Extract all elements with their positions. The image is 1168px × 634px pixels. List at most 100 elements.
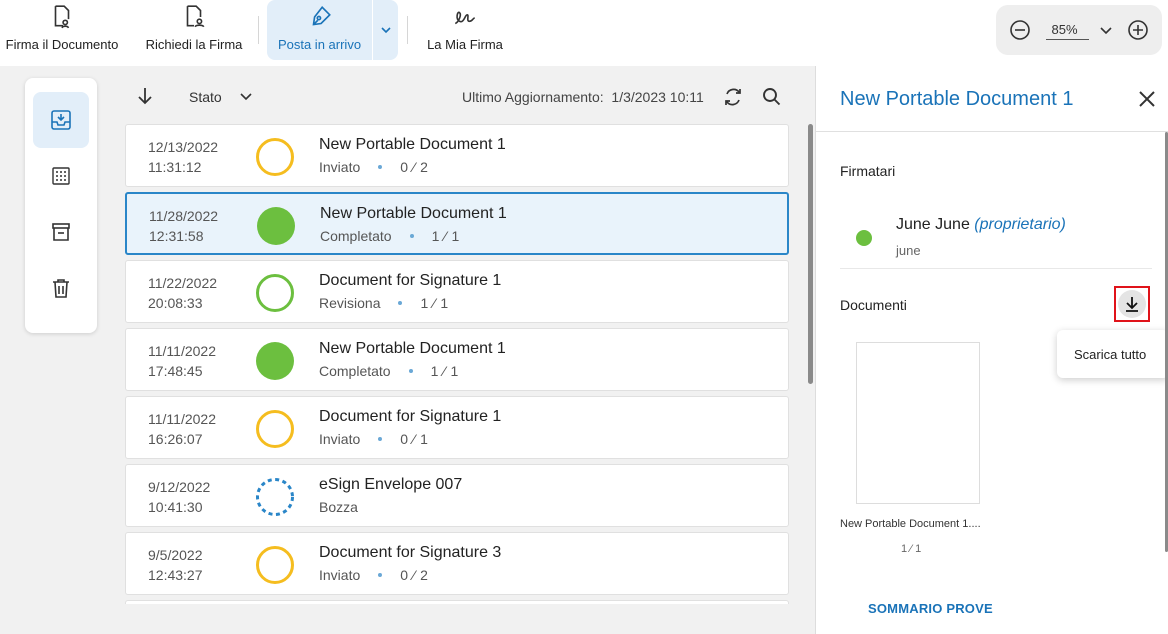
row-date-day: 11/11/2022: [148, 343, 216, 359]
nav-grid[interactable]: [33, 148, 89, 204]
inbox-dropdown-button[interactable]: [372, 0, 398, 60]
row-date: 12/13/2022 11:31:12: [148, 137, 218, 177]
signers-heading: Firmatari: [840, 163, 896, 179]
row-date-day: 11/11/2022: [148, 411, 216, 427]
row-date-time: 12:31:58: [149, 228, 204, 244]
toolbar-separator: [258, 16, 259, 44]
row-date: 9/12/2022 10:41:30: [148, 477, 210, 517]
download-all-item[interactable]: Scarica tutto: [1074, 347, 1146, 362]
last-updated-value: 1/3/2023 10:11: [611, 89, 704, 105]
download-button-inner: [1118, 290, 1146, 318]
zoom-out-icon: [1009, 20, 1030, 40]
signer-divider: [840, 268, 1152, 269]
separator-dot: [408, 369, 413, 373]
row-subtitle: Bozza: [319, 499, 358, 515]
nav-inbox[interactable]: [33, 92, 89, 148]
left-nav: [25, 78, 97, 333]
search-button[interactable]: [761, 86, 783, 111]
row-date: 11/28/2022 12:31:58: [149, 206, 218, 246]
close-panel-button[interactable]: [1136, 88, 1158, 115]
download-button[interactable]: [1114, 286, 1150, 322]
row-date: 11/22/2022 20:08:33: [148, 273, 217, 313]
row-date-time: 20:08:33: [148, 295, 203, 311]
sign-document-button[interactable]: Firma il Documento: [0, 0, 124, 60]
archive-icon: [52, 223, 70, 241]
zoom-in-button[interactable]: [1126, 18, 1150, 42]
row-status: Inviato: [319, 159, 361, 175]
pen-nib-icon: [312, 6, 331, 26]
separator-dot: [409, 234, 414, 238]
status-icon: [255, 477, 295, 517]
request-signature-label: Richiedi la Firma: [145, 37, 243, 52]
request-signature-button[interactable]: Richiedi la Firma: [140, 0, 248, 60]
chevron-down-icon: [240, 93, 252, 101]
row-title: Document for Signature 1: [319, 408, 502, 425]
zoom-value[interactable]: 85%: [1045, 20, 1089, 40]
document-name: New Portable Document 1....: [840, 518, 981, 530]
table-row[interactable]: 11/11/2022 17:48:45 New Portable Document …: [125, 328, 789, 391]
signer-name: June June (proprietario): [896, 216, 1066, 234]
table-row[interactable]: [125, 600, 789, 604]
row-title: New Portable Document 1: [319, 340, 506, 357]
row-date-day: 12/13/2022: [148, 139, 219, 155]
row-date-day: 9/12/2022: [148, 479, 211, 495]
search-icon: [763, 88, 781, 106]
row-date: 11/11/2022 16:26:07: [148, 409, 216, 449]
table-row[interactable]: 12/13/2022 11:31:12 New Portable Document …: [125, 124, 789, 187]
sign-document-label: Firma il Documento: [5, 37, 119, 52]
row-status: Completato: [320, 228, 392, 244]
table-row[interactable]: 9/5/2022 12:43:27 Document for Signature 3…: [125, 532, 789, 595]
status-filter-label[interactable]: Stato: [189, 89, 222, 105]
documents-heading: Documenti: [840, 297, 907, 313]
zoom-in-icon: [1128, 20, 1149, 40]
row-subtitle: Revisiona 1 ⁄ 1: [319, 295, 449, 311]
row-date-time: 12:43:27: [148, 567, 203, 583]
status-icon: [255, 273, 295, 313]
status-icon: [255, 409, 295, 449]
trash-icon: [53, 279, 69, 298]
table-row[interactable]: 11/28/2022 12:31:58 New Portable Document …: [125, 192, 789, 255]
row-date-day: 11/28/2022: [149, 208, 219, 224]
row-signature-count: 1 ⁄ 1: [430, 363, 459, 379]
toolbar: Firma il Documento Richiedi la Firma Pos…: [0, 0, 1168, 66]
row-date-time: 10:41:30: [148, 499, 203, 515]
table-row[interactable]: 11/22/2022 20:08:33 Document for Signature…: [125, 260, 789, 323]
row-subtitle: Inviato 0 ⁄ 2: [319, 567, 428, 583]
refresh-button[interactable]: [722, 86, 744, 111]
inbox-button[interactable]: Posta in arrivo: [267, 0, 372, 60]
status-filter-dropdown[interactable]: [238, 88, 254, 107]
nav-trash[interactable]: [33, 260, 89, 316]
zoom-out-button[interactable]: [1008, 18, 1032, 42]
grid-icon: [52, 167, 70, 185]
row-signature-count: 0 ⁄ 1: [400, 431, 429, 447]
table-row[interactable]: 11/11/2022 16:26:07 Document for Signature…: [125, 396, 789, 459]
status-icon: [255, 137, 295, 177]
document-pages: 1 ⁄ 1: [901, 543, 922, 555]
sort-button[interactable]: [135, 86, 155, 109]
my-signature-button[interactable]: La Mia Firma: [420, 0, 510, 60]
refresh-icon: [725, 88, 741, 106]
document-sign-icon: [54, 5, 70, 29]
row-signature-count: 1 ⁄ 1: [420, 295, 449, 311]
table-row[interactable]: 9/12/2022 10:41:30 eSign Envelope 007 Bozza: [125, 464, 789, 527]
row-date-time: 17:48:45: [148, 363, 203, 379]
document-list: 12/13/2022 11:31:12 New Portable Document …: [125, 124, 789, 604]
list-scrollbar[interactable]: [808, 124, 813, 384]
evidence-summary-button[interactable]: SOMMARIO PROVE: [868, 601, 993, 616]
row-signature-count: 0 ⁄ 2: [400, 567, 429, 583]
document-thumbnail[interactable]: [856, 342, 980, 504]
row-date: 9/5/2022 12:43:27: [148, 545, 203, 585]
row-signature-count: 1 ⁄ 1: [431, 228, 460, 244]
row-title: New Portable Document 1: [319, 136, 506, 153]
row-subtitle: Inviato 0 ⁄ 2: [319, 159, 428, 175]
row-title: eSign Envelope 007: [319, 476, 463, 493]
row-status: Inviato: [319, 431, 361, 447]
row-status: Revisiona: [319, 295, 381, 311]
separator-dot: [378, 165, 383, 169]
nav-archive[interactable]: [33, 204, 89, 260]
zoom-dropdown[interactable]: [1099, 23, 1117, 37]
list-header: Stato Ultimo Aggiornamento: 1/3/2023 10:…: [125, 78, 789, 116]
row-date-day: 9/5/2022: [148, 547, 203, 563]
zoom-control: 85%: [996, 5, 1162, 55]
row-title: Document for Signature 3: [319, 544, 502, 561]
